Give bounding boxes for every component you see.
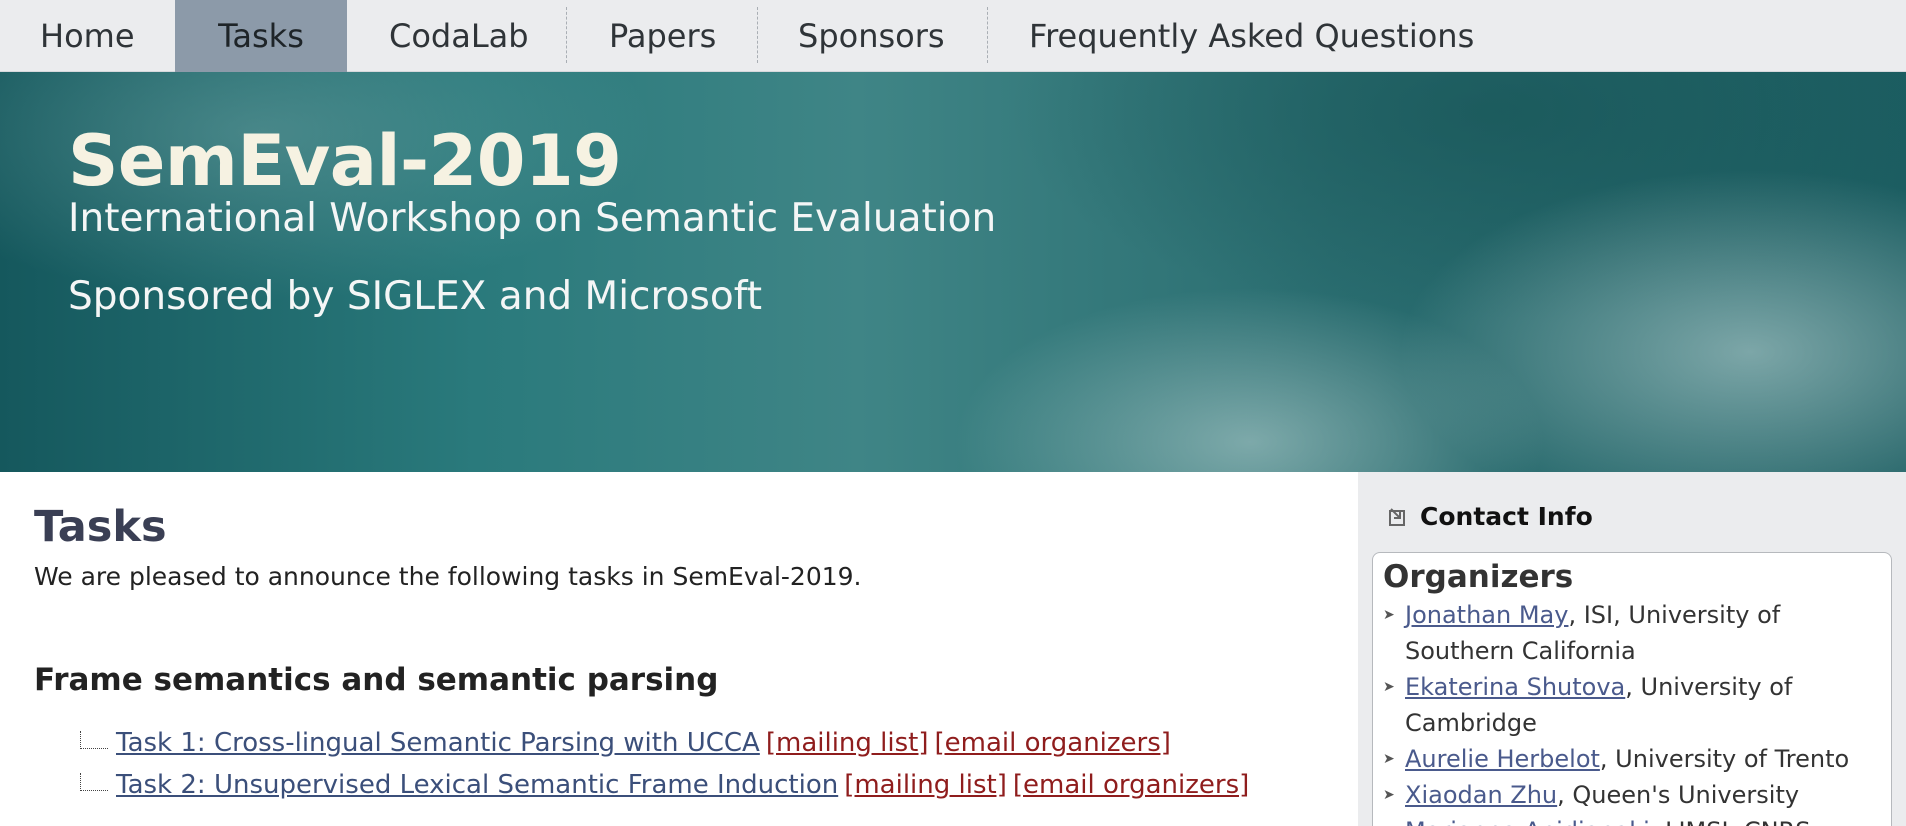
arrow-in-box-icon (1388, 504, 1408, 526)
nav-home[interactable]: Home (40, 0, 135, 72)
task-item: Task 2: Unsupervised Lexical Semantic Fr… (80, 770, 1249, 800)
mailing-list-link[interactable]: [mailing list] (766, 728, 929, 758)
nav-sponsors[interactable]: Sponsors (798, 0, 945, 72)
sponsor-line: Sponsored by SIGLEX and Microsoft (68, 274, 763, 319)
nav-separator (987, 7, 988, 63)
arrow-bullet-icon: ➤ (1383, 813, 1397, 826)
tree-branch-icon (80, 773, 108, 791)
organizer-item: ➤ Ekaterina Shutova, University of Cambri… (1383, 669, 1883, 741)
organizer-name-link[interactable]: Xiaodan Zhu (1405, 781, 1557, 809)
nav-tasks[interactable]: Tasks (175, 0, 347, 72)
intro-text: We are pleased to announce the following… (34, 562, 862, 591)
task-link[interactable]: Task 1: Cross-lingual Semantic Parsing w… (116, 728, 760, 758)
top-nav: Home Tasks CodaLab Papers Sponsors Frequ… (0, 0, 1906, 72)
arrow-bullet-icon: ➤ (1383, 787, 1395, 803)
sidebar: Contact Info Organizers ➤ Jonathan May, I… (1358, 472, 1906, 826)
organizer-affiliation: , Queen's University (1557, 781, 1800, 809)
page-title: Tasks (34, 502, 167, 552)
nav-tasks-label: Tasks (218, 17, 304, 55)
header-banner: SemEval-2019 International Workshop on S… (0, 72, 1906, 472)
organizer-name-link[interactable]: Marianna Apidianaki (1405, 817, 1650, 826)
email-organizers-link[interactable]: [email organizers] (1013, 770, 1249, 800)
email-organizers-link[interactable]: [email organizers] (935, 728, 1171, 758)
nav-separator (757, 7, 758, 63)
organizer-item: ➤ Xiaodan Zhu, Queen's University (1383, 777, 1883, 813)
organizers-list: ➤ Jonathan May, ISI, University of Southe… (1383, 597, 1883, 826)
nav-faq-label: Frequently Asked Questions (1029, 17, 1475, 55)
main-content: Tasks We are pleased to announce the fol… (0, 472, 1358, 826)
organizer-item: ➤ Marianna Apidianaki, LIMSI, CNRS (1383, 813, 1883, 826)
arrow-bullet-icon: ➤ (1383, 679, 1395, 695)
organizer-affiliation: , University of Trento (1599, 745, 1850, 773)
nav-faq[interactable]: Frequently Asked Questions (1029, 0, 1474, 72)
site-title: SemEval-2019 (68, 120, 622, 202)
organizer-name-link[interactable]: Jonathan May (1405, 601, 1568, 629)
mailing-list-link[interactable]: [mailing list] (844, 770, 1007, 800)
nav-codalab[interactable]: CodaLab (389, 0, 529, 72)
arrow-bullet-icon: ➤ (1383, 751, 1395, 767)
tree-branch-icon (80, 731, 108, 749)
task-item: Task 1: Cross-lingual Semantic Parsing w… (80, 728, 1171, 758)
nav-home-label: Home (40, 17, 135, 55)
nav-separator (566, 7, 567, 63)
organizer-item: ➤ Aurelie Herbelot, University of Trento (1383, 741, 1883, 777)
nav-sponsors-label: Sponsors (798, 17, 945, 55)
section-title: Frame semantics and semantic parsing (34, 662, 719, 698)
arrow-bullet-icon: ➤ (1383, 607, 1395, 623)
organizers-box: Organizers ➤ Jonathan May, ISI, Universit… (1372, 552, 1892, 826)
organizer-name-link[interactable]: Aurelie Herbelot (1405, 745, 1600, 773)
task-link[interactable]: Task 2: Unsupervised Lexical Semantic Fr… (116, 770, 838, 800)
site-subtitle: International Workshop on Semantic Evalu… (68, 196, 997, 241)
nav-papers-label: Papers (609, 17, 717, 55)
contact-info-heading: Contact Info (1388, 502, 1593, 531)
organizer-item: ➤ Jonathan May, ISI, University of Southe… (1383, 597, 1883, 669)
nav-papers[interactable]: Papers (609, 0, 716, 72)
contact-info-label: Contact Info (1420, 502, 1593, 531)
organizer-affiliation: , LIMSI, CNRS (1650, 817, 1811, 826)
organizers-title: Organizers (1383, 559, 1574, 595)
nav-codalab-label: CodaLab (389, 17, 529, 55)
organizer-name-link[interactable]: Ekaterina Shutova (1405, 673, 1625, 701)
